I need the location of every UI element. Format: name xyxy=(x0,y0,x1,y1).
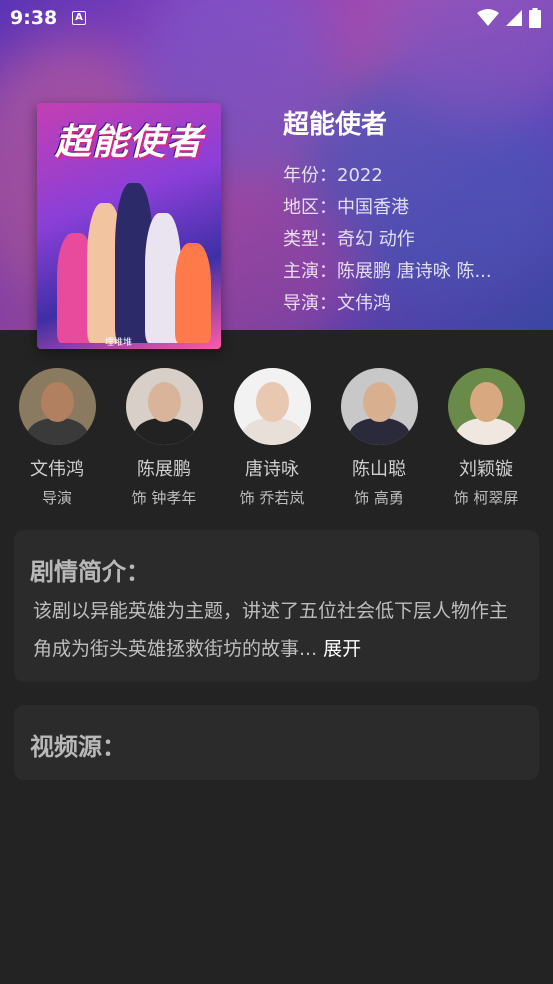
cellular-signal-icon xyxy=(506,10,522,26)
cast-role: 饰 高勇 xyxy=(354,489,404,507)
status-time: 9:38 xyxy=(10,7,58,29)
detail-screen: 9:38 A 超能使者 埋堆堆 超能使者 年份：2022 地区：中国香港 类型：… xyxy=(0,0,553,984)
avatar xyxy=(447,368,525,445)
info-region: 地区：中国香港 xyxy=(283,197,409,218)
sim-icon: A xyxy=(72,11,86,25)
cast-member[interactable]: 刘颖镟 饰 柯翠屏 xyxy=(436,368,536,508)
avatar xyxy=(18,368,96,445)
wifi-icon xyxy=(477,9,499,26)
video-sources-card: 视频源： xyxy=(14,705,539,780)
synopsis-card: 剧情简介： 该剧以异能英雄为主题，讲述了五位社会低下层人物作主角成为街头英雄拯救… xyxy=(14,530,539,682)
cast-role: 饰 乔若岚 xyxy=(239,489,305,507)
cast-list: 文伟鸿 导演 陈展鹏 饰 钟孝年 唐诗咏 饰 乔若岚 陈山聪 饰 高勇 刘颖镟 … xyxy=(0,368,553,518)
info-genre: 类型：奇幻 动作 xyxy=(283,229,415,250)
poster-logo: 埋堆堆 xyxy=(105,338,133,348)
avatar xyxy=(125,368,203,445)
cast-member[interactable]: 陈山聪 饰 高勇 xyxy=(329,368,429,508)
poster-title: 超能使者 xyxy=(54,122,203,163)
avatar xyxy=(233,368,311,445)
cast-member[interactable]: 文伟鸿 导演 xyxy=(7,368,107,508)
avatar xyxy=(340,368,418,445)
status-bar: 9:38 A xyxy=(0,0,553,40)
cast-role: 饰 钟孝年 xyxy=(131,489,197,507)
movie-title: 超能使者 xyxy=(283,110,388,140)
info-starring: 主演：陈展鹏 唐诗咏 陈... xyxy=(283,261,492,282)
cast-member[interactable]: 陈展鹏 饰 钟孝年 xyxy=(114,368,214,508)
video-sources-heading: 视频源： xyxy=(30,733,126,761)
synopsis-body: 该剧以异能英雄为主题，讲述了五位社会低下层人物作主角成为街头英雄拯救街坊的故事.… xyxy=(33,600,509,660)
cast-member[interactable]: 唐诗咏 饰 乔若岚 xyxy=(222,368,322,508)
cast-name: 唐诗咏 xyxy=(245,459,299,480)
synopsis-heading: 剧情简介： xyxy=(30,558,150,586)
cast-name: 刘颖镟 xyxy=(459,459,513,480)
cast-name: 陈山聪 xyxy=(352,459,406,480)
cast-role: 导演 xyxy=(41,489,72,507)
movie-info: 年份：2022 地区：中国香港 类型：奇幻 动作 主演：陈展鹏 唐诗咏 陈...… xyxy=(283,162,523,322)
cast-role: 饰 柯翠屏 xyxy=(453,489,519,507)
expand-button[interactable]: 展开 xyxy=(323,638,361,660)
movie-poster[interactable]: 超能使者 埋堆堆 xyxy=(37,103,221,349)
info-director: 导演：文伟鸿 xyxy=(283,293,391,314)
cast-name: 陈展鹏 xyxy=(137,459,191,480)
battery-icon xyxy=(529,8,541,28)
synopsis-text: 该剧以异能英雄为主题，讲述了五位社会低下层人物作主角成为街头英雄拯救街坊的故事.… xyxy=(33,592,523,668)
cast-name: 文伟鸿 xyxy=(30,459,84,480)
info-year: 年份：2022 xyxy=(283,165,383,186)
